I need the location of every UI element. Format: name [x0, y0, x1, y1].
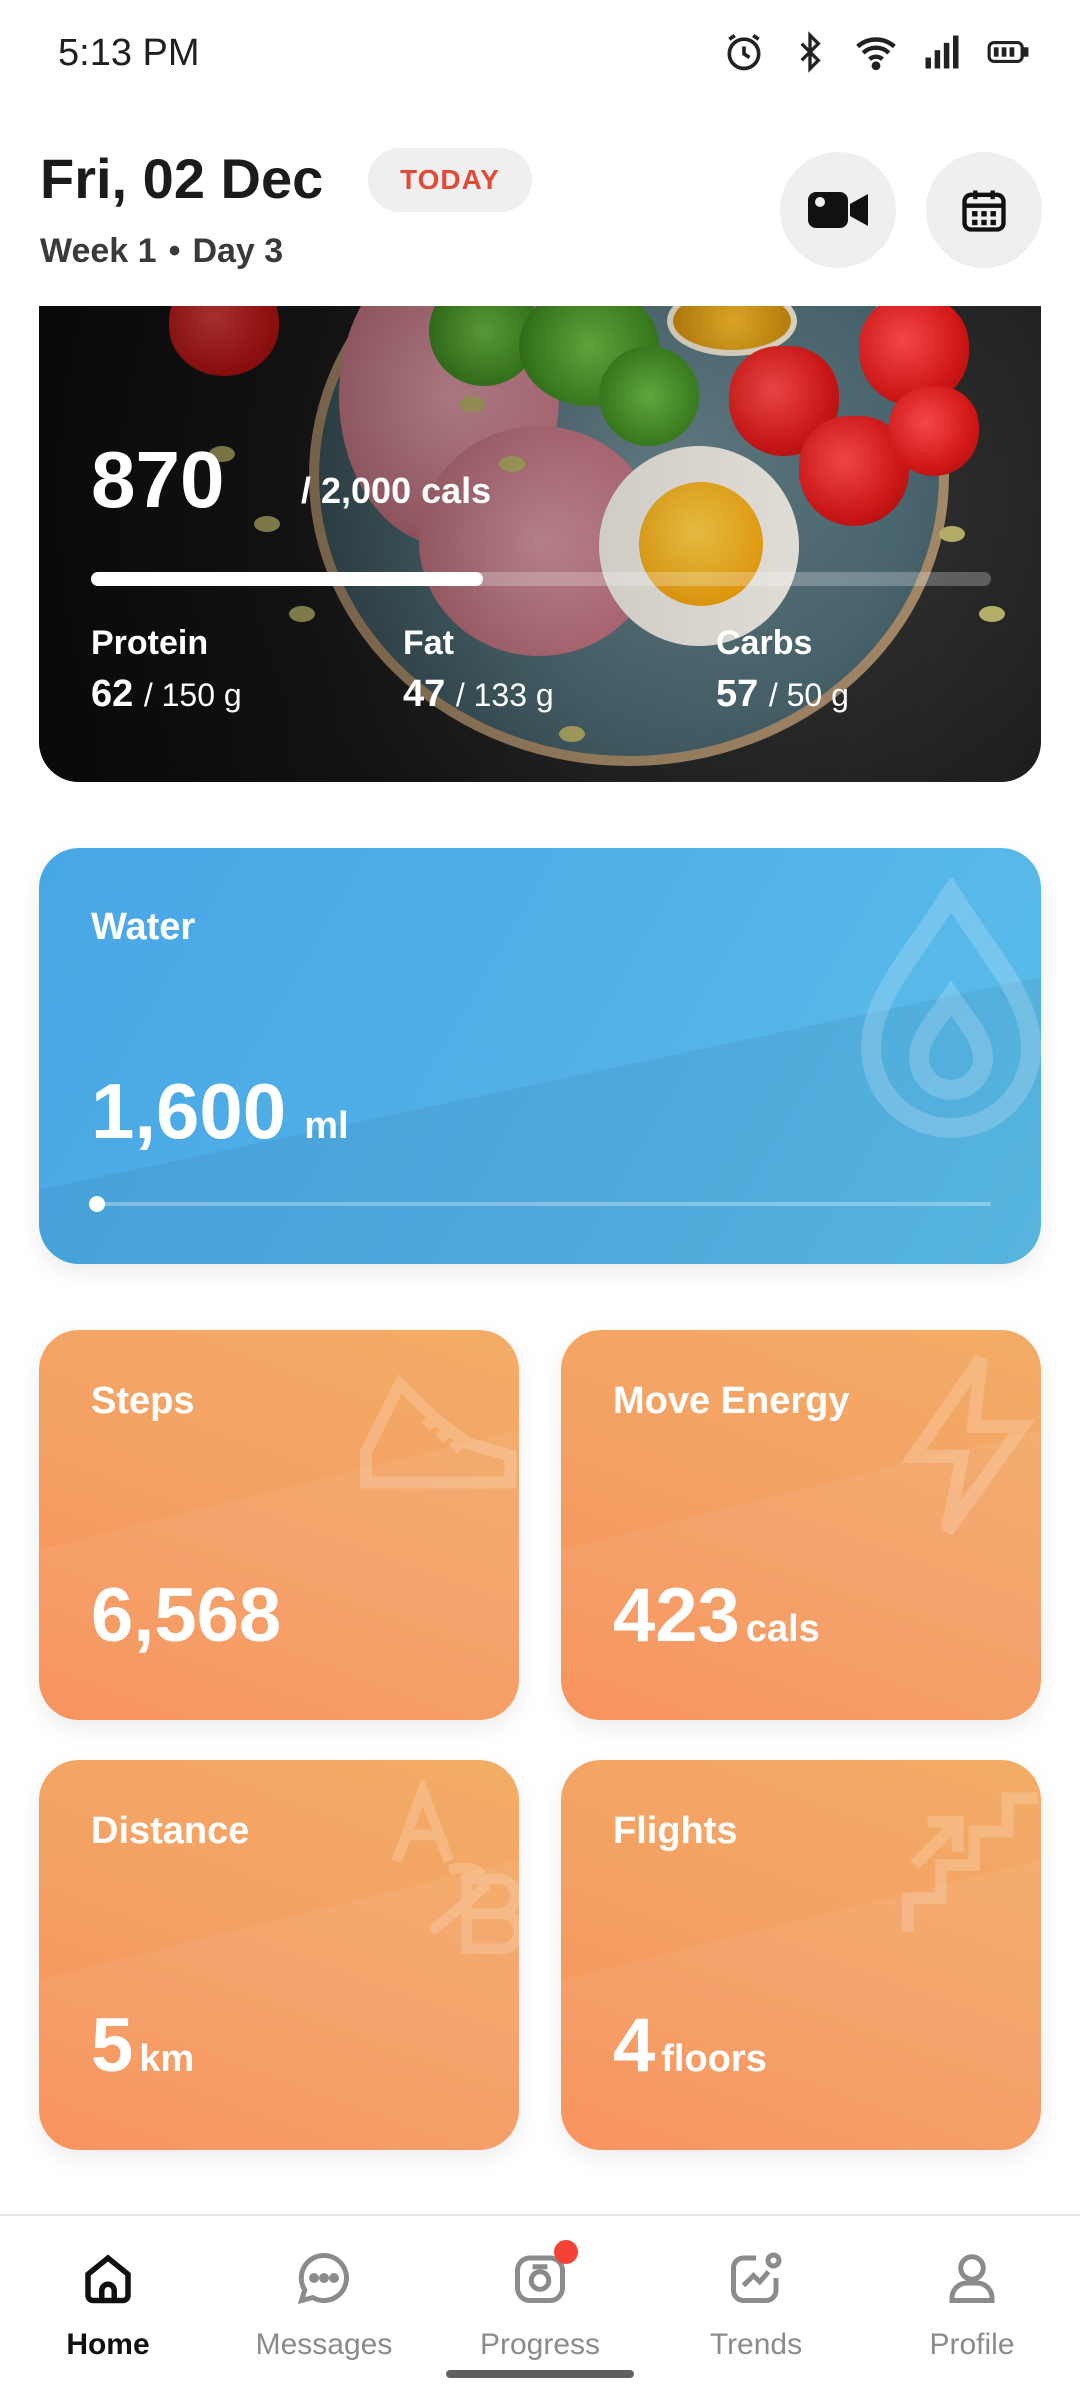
water-progress-bar[interactable]	[89, 1196, 991, 1212]
nav-item-trends[interactable]: Trends	[648, 2238, 864, 2362]
signal-icon	[920, 30, 964, 74]
macro-amount: 57	[716, 673, 759, 715]
calories-goal: / 2,000 cals	[301, 470, 492, 511]
flights-amount: 4	[613, 2003, 656, 2088]
flights-value: 4 floors	[613, 2002, 767, 2089]
flights-title: Flights	[613, 1810, 738, 1852]
flights-unit: floors	[661, 2038, 767, 2080]
page-title: Fri, 02 Dec	[40, 147, 324, 210]
video-camera-icon	[808, 192, 868, 228]
flights-card[interactable]: Flights 4 floors	[561, 1760, 1041, 2150]
notification-dot	[554, 2240, 578, 2264]
macro-amount: 47	[403, 673, 446, 715]
distance-value: 5 km	[91, 2002, 194, 2089]
macro-target: / 150 g	[143, 677, 242, 713]
lightning-icon	[900, 1355, 1036, 1536]
steps-value: 6,568	[91, 1573, 282, 1658]
distance-amount: 5	[91, 2003, 134, 2088]
macro-label: Protein	[91, 624, 209, 662]
macro-carbs: Carbs 57 / 50 g	[716, 624, 849, 716]
home-icon	[78, 2248, 138, 2308]
nav-item-progress[interactable]: Progress	[432, 2238, 648, 2362]
move-energy-unit: cals	[745, 1608, 820, 1650]
bluetooth-icon	[788, 30, 832, 74]
water-drop-icon	[860, 878, 1041, 1138]
move-energy-title: Move Energy	[613, 1380, 850, 1422]
calories-progress-fill	[91, 572, 483, 586]
macro-value: 47 / 133 g	[403, 673, 554, 716]
week-day-label: Week 1 • Day 3	[40, 232, 283, 271]
distance-title: Distance	[91, 1810, 250, 1852]
video-button[interactable]	[780, 152, 896, 268]
move-energy-amount: 423	[613, 1573, 740, 1658]
calories-progress-bar	[91, 572, 991, 586]
nav-label: Home	[66, 2328, 150, 2361]
nav-item-messages[interactable]: Messages	[216, 2238, 432, 2362]
steps-card[interactable]: Steps 6,568	[39, 1330, 519, 1720]
user-icon	[942, 2248, 1002, 2308]
move-energy-card[interactable]: Move Energy 423 cals	[561, 1330, 1041, 1720]
macro-target: / 50 g	[768, 677, 849, 713]
home-indicator[interactable]	[446, 2370, 634, 2378]
battery-icon	[986, 30, 1030, 74]
macro-target: / 133 g	[455, 677, 554, 713]
macro-label: Carbs	[716, 624, 813, 662]
water-unit: ml	[304, 1105, 349, 1147]
today-button[interactable]: TODAY	[368, 148, 532, 212]
distance-card[interactable]: Distance 5 km	[39, 1760, 519, 2150]
calendar-button[interactable]	[926, 152, 1042, 268]
water-card[interactable]: Water 1,600 ml	[39, 848, 1041, 1264]
macro-protein: Protein 62 / 150 g	[91, 624, 242, 716]
macro-value: 62 / 150 g	[91, 673, 242, 716]
calories-card[interactable]: 870 / 2,000 cals Protein 62 / 150 g Fat …	[39, 306, 1041, 782]
macro-value: 57 / 50 g	[716, 673, 849, 716]
stairs-icon	[901, 1792, 1038, 1932]
nav-label: Trends	[709, 2328, 803, 2361]
day-label: Day 3	[192, 232, 284, 270]
macro-amount: 62	[91, 673, 134, 715]
week-label: Week 1	[40, 232, 157, 270]
nav-label: Progress	[479, 2328, 601, 2361]
macro-fat: Fat 47 / 133 g	[403, 624, 554, 716]
a-to-b-icon	[391, 1780, 519, 1954]
calories-consumed: 870	[91, 435, 225, 524]
steps-title: Steps	[91, 1380, 195, 1422]
nav-label: Messages	[255, 2328, 393, 2361]
nav-label: Profile	[929, 2328, 1015, 2361]
trend-chart-icon	[726, 2248, 786, 2308]
status-bar: 5:13 PM	[0, 0, 1080, 110]
water-value: 1,600 ml	[91, 1066, 349, 1157]
status-icons	[722, 30, 1030, 74]
app-header: Fri, 02 Dec TODAY Week 1 • Day 3	[0, 110, 1080, 306]
alarm-icon	[722, 30, 766, 74]
calendar-icon	[962, 190, 1006, 232]
nav-item-profile[interactable]: Profile	[864, 2238, 1080, 2362]
sneaker-icon	[360, 1373, 517, 1489]
move-energy-value: 423 cals	[613, 1572, 820, 1659]
separator-dot: •	[168, 232, 181, 270]
water-title: Water	[91, 906, 196, 948]
water-progress-handle[interactable]	[89, 1196, 105, 1212]
macro-label: Fat	[403, 624, 454, 662]
nav-item-home[interactable]: Home	[0, 2238, 216, 2362]
status-time: 5:13 PM	[58, 32, 200, 74]
distance-unit: km	[139, 2038, 195, 2080]
chat-icon	[294, 2248, 354, 2308]
wifi-icon	[854, 30, 898, 74]
water-amount: 1,600	[91, 1067, 287, 1155]
camera-icon	[510, 2240, 578, 2308]
